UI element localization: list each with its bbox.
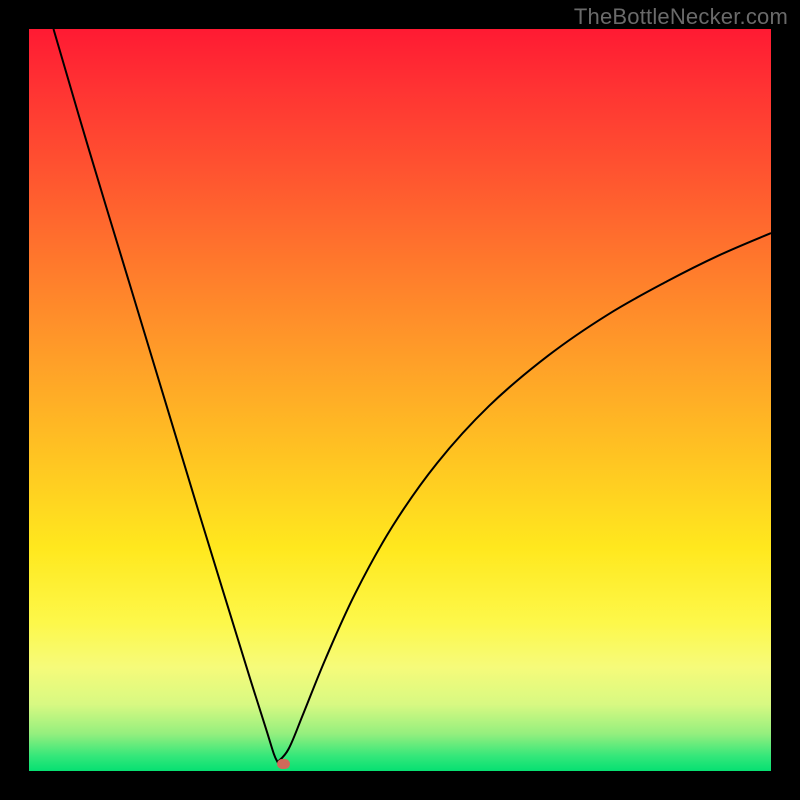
- bottleneck-curve: [29, 29, 771, 771]
- plot-area: [29, 29, 771, 771]
- chart-frame: TheBottleNecker.com: [0, 0, 800, 800]
- watermark-text: TheBottleNecker.com: [574, 4, 788, 30]
- optimum-marker: [277, 759, 290, 769]
